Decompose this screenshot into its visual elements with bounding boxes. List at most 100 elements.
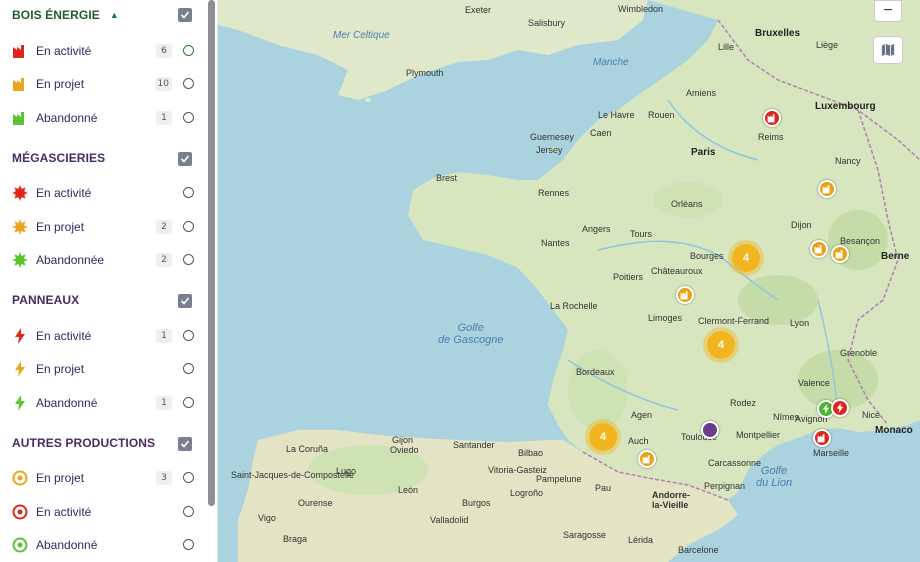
sidebar-scrollbar[interactable] — [208, 0, 215, 506]
sea-label-lion: Golfe du Lion — [756, 465, 793, 489]
filter-item-pan-en-activite[interactable]: En activité 1 — [12, 326, 194, 346]
group-header-autres-productions[interactable]: AUTRES PRODUCTIONS — [12, 433, 198, 453]
filter-item-mega-abandonnee[interactable]: Abandonnée 2 — [12, 250, 194, 270]
city-label-major: Bruxelles — [755, 28, 801, 39]
city-label: Rennes — [538, 188, 570, 198]
city-label: Nantes — [541, 238, 570, 248]
lightning-marker-red[interactable] — [831, 399, 849, 417]
city-label: Brest — [436, 173, 458, 183]
count-badge: 1 — [156, 111, 172, 125]
city-label: Marseille — [813, 448, 850, 458]
group-title: BOIS ÉNERGIE — [12, 8, 100, 22]
group-checkbox-panneaux[interactable] — [178, 294, 192, 308]
radio-button[interactable] — [183, 187, 194, 198]
count-badge: 2 — [156, 253, 172, 267]
radio-button[interactable] — [183, 330, 194, 341]
filter-item-autres-abandonne[interactable]: Abandonné — [12, 535, 194, 555]
city-label: Barcelone — [678, 545, 719, 555]
city-label-major: Paris — [691, 147, 716, 158]
filter-item-pan-abandonne[interactable]: Abandonné 1 — [12, 393, 194, 413]
purple-marker[interactable] — [701, 421, 719, 439]
factory-marker-red[interactable] — [813, 429, 831, 447]
factory-marker-orange[interactable] — [676, 286, 694, 304]
city-label: Lyon — [790, 318, 810, 328]
marker-cluster[interactable]: 4 — [589, 423, 617, 451]
radio-button[interactable] — [183, 78, 194, 89]
filter-item-mega-en-activite[interactable]: En activité — [12, 183, 194, 203]
layers-button[interactable] — [873, 36, 903, 64]
radio-button[interactable] — [183, 363, 194, 374]
saw-blade-orange-icon — [12, 219, 28, 235]
factory-marker-orange[interactable] — [831, 245, 849, 263]
factory-marker-red[interactable] — [763, 109, 781, 127]
factory-marker-orange[interactable] — [638, 450, 656, 468]
target-orange-icon — [12, 470, 28, 486]
lightning-orange-icon — [15, 361, 25, 377]
sea-label-celtique: Mer Celtique — [333, 30, 390, 41]
filter-item-pan-en-projet[interactable]: En projet — [12, 359, 194, 379]
filter-item-autres-en-activite[interactable]: En activité — [12, 502, 194, 522]
filter-item-bois-abandonne[interactable]: Abandonné 1 — [12, 108, 194, 128]
factory-marker-orange[interactable] — [818, 180, 836, 198]
filter-item-mega-en-projet[interactable]: En projet 2 — [12, 217, 194, 237]
filter-label: En activité — [36, 505, 92, 519]
factory-marker-orange[interactable] — [810, 240, 828, 258]
city-label: Bordeaux — [576, 367, 615, 377]
factory-orange-icon — [13, 78, 24, 91]
filter-item-bois-en-projet[interactable]: En projet 10 — [12, 74, 194, 94]
city-label: Le Havre — [598, 110, 635, 120]
group-header-panneaux[interactable]: PANNEAUX — [12, 290, 198, 310]
city-label-major: Monaco — [875, 425, 913, 436]
city-label: Nancy — [835, 156, 861, 166]
radio-button[interactable] — [183, 221, 194, 232]
city-label: La Coruña — [286, 444, 329, 454]
group-header-megascieries[interactable]: MÉGASCIERIES — [12, 148, 198, 168]
radio-button[interactable] — [183, 472, 194, 483]
city-label: Bilbao — [518, 448, 544, 458]
group-checkbox-bois-energie[interactable] — [178, 8, 192, 22]
city-label: Pau — [595, 483, 612, 493]
collapse-caret-icon[interactable]: ▲ — [110, 10, 119, 20]
city-label: Santander — [453, 440, 495, 450]
count-badge: 1 — [156, 396, 172, 410]
filter-label: En projet — [36, 220, 85, 234]
filter-label: En projet — [36, 471, 85, 485]
radio-button[interactable] — [183, 506, 194, 517]
radio-button[interactable] — [183, 45, 194, 56]
city-label: Auch — [628, 436, 649, 446]
city-label: Limoges — [648, 313, 683, 323]
city-label: Valladolid — [430, 515, 469, 525]
sea-label-manche: Manche — [593, 57, 629, 68]
city-label: Carcassonne — [708, 458, 762, 468]
zoom-out-button[interactable]: − — [874, 0, 902, 22]
filter-item-autres-en-projet[interactable]: En projet 3 — [12, 468, 194, 488]
target-green-icon — [12, 537, 28, 553]
radio-button[interactable] — [183, 254, 194, 265]
marker-cluster[interactable]: 4 — [707, 331, 735, 359]
filter-label: En activité — [36, 44, 92, 58]
city-label: Logroño — [510, 488, 544, 498]
lightning-red-icon — [15, 328, 25, 344]
filter-label: En activité — [36, 329, 92, 343]
city-label: Lille — [718, 42, 735, 52]
group-checkbox-megascieries[interactable] — [178, 152, 192, 166]
filter-item-bois-en-activite[interactable]: En activité 6 — [12, 41, 194, 61]
marker-cluster[interactable]: 4 — [732, 244, 760, 272]
count-badge: 3 — [156, 471, 172, 485]
radio-button[interactable] — [183, 539, 194, 550]
radio-button[interactable] — [183, 112, 194, 123]
city-label: Clermont-Ferrand — [698, 316, 770, 326]
group-title: PANNEAUX — [12, 293, 80, 307]
map-canvas[interactable]: Mer Celtique Manche Golfe de Gascogne Go… — [218, 0, 920, 562]
city-label: Ourense — [298, 498, 333, 508]
city-label: Saragosse — [563, 530, 607, 540]
group-header-bois-energie[interactable]: BOIS ÉNERGIE ▲ — [12, 5, 198, 25]
sea-label-gascogne: Golfe de Gascogne — [438, 322, 504, 346]
city-label: Oviedo — [390, 445, 419, 455]
city-label: Lugo — [336, 466, 357, 476]
filter-label: Abandonné — [36, 538, 98, 552]
city-label: Orléans — [671, 199, 703, 209]
group-checkbox-autres-productions[interactable] — [178, 437, 192, 451]
radio-button[interactable] — [183, 397, 194, 408]
lightning-green-icon — [15, 395, 25, 411]
